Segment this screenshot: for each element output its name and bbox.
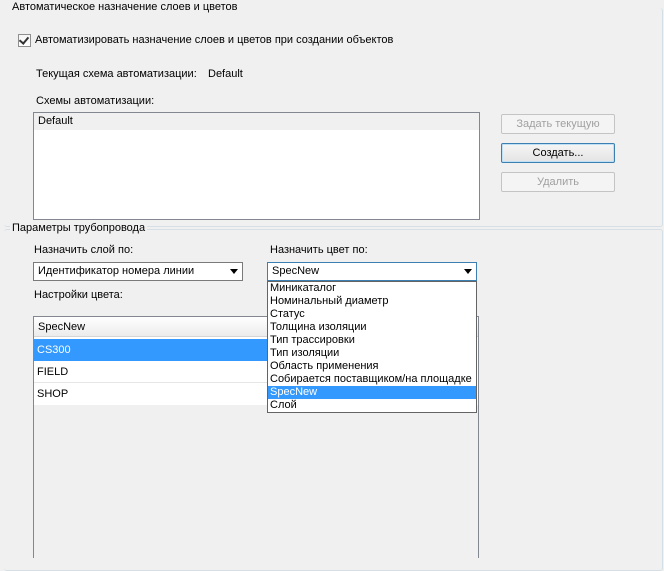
set-current-button[interactable]: Задать текущую xyxy=(501,114,615,134)
table-row[interactable]: CS300 xyxy=(34,339,270,361)
assign-layer-combo[interactable]: Идентификатор номера линии xyxy=(33,262,243,281)
pipeline-group-title: Параметры трубопровода xyxy=(10,222,148,235)
assign-color-value: SpecNew xyxy=(272,265,320,277)
color-settings-label: Настройки цвета: xyxy=(34,289,123,301)
assign-color-label: Назначить цвет по: xyxy=(270,244,368,256)
grid-empty-area xyxy=(34,405,478,565)
delete-button[interactable]: Удалить xyxy=(501,172,615,192)
dropdown-option[interactable]: Номинальный диаметр xyxy=(268,295,476,308)
schemes-label: Схемы автоматизации: xyxy=(36,95,155,107)
automation-group-title: Автоматическое назначение слоев и цветов xyxy=(10,1,240,14)
current-scheme-label: Текущая схема автоматизации: xyxy=(36,68,197,80)
chevron-down-icon xyxy=(230,269,238,274)
dropdown-option[interactable]: Толщина изоляции xyxy=(268,321,476,334)
dropdown-option[interactable]: Миникаталог xyxy=(268,282,476,295)
current-scheme-value: Default xyxy=(208,68,243,80)
schemes-listbox[interactable]: Default xyxy=(33,112,480,220)
create-button[interactable]: Создать... xyxy=(501,143,615,163)
dropdown-option[interactable]: Статус xyxy=(268,308,476,321)
checkmark-icon xyxy=(18,34,30,45)
dropdown-option[interactable]: Тип трассировки xyxy=(268,334,476,347)
table-row[interactable]: FIELD xyxy=(34,361,270,383)
auto-assign-checkbox[interactable] xyxy=(18,34,31,47)
auto-assign-checkbox-label[interactable]: Автоматизировать назначение слоев и цвет… xyxy=(35,34,393,47)
list-item[interactable]: Default xyxy=(34,113,479,130)
dropdown-option[interactable]: Собирается поставщиком/на площадке xyxy=(268,373,476,386)
assign-layer-value: Идентификатор номера линии xyxy=(38,265,195,277)
dropdown-option[interactable]: Тип изоляции xyxy=(268,347,476,360)
assign-color-dropdown-list[interactable]: Миникаталог Номинальный диаметр Статус Т… xyxy=(267,281,477,413)
dropdown-option[interactable]: Область применения xyxy=(268,360,476,373)
chevron-down-icon xyxy=(464,269,472,274)
dropdown-option[interactable]: Слой xyxy=(268,399,476,412)
assign-color-combo[interactable]: SpecNew xyxy=(267,262,477,281)
dropdown-option-selected[interactable]: SpecNew xyxy=(268,386,476,399)
table-row[interactable]: SHOP xyxy=(34,383,270,405)
assign-layer-label: Назначить слой по: xyxy=(34,244,134,256)
